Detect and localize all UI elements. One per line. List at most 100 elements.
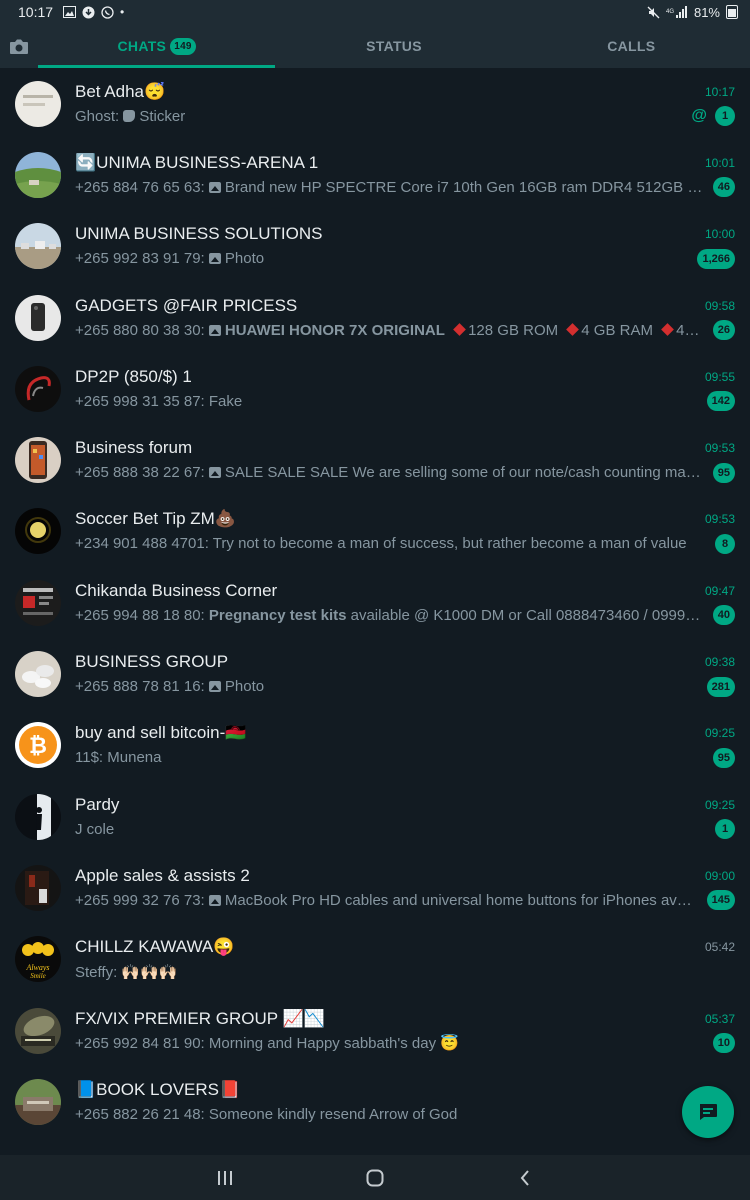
chat-row[interactable]: Chikanda Business Corner 09:47 +265 994 … (0, 567, 750, 638)
avatar[interactable]: Always Smile (15, 936, 61, 983)
avatar[interactable] (15, 864, 61, 911)
chat-row[interactable]: Pardy 09:25 J cole 1 (0, 781, 750, 852)
preview-text: J cole (75, 820, 115, 838)
notification-icons: • (63, 5, 124, 19)
chat-row[interactable]: Soccer Bet Tip ZM💩 09:53 +234 901 488 47… (0, 496, 750, 567)
chat-preview: +234 901 488 4701: Try not to become a m… (75, 535, 707, 552)
chat-name: UNIMA BUSINESS SOLUTIONS (75, 224, 323, 244)
preview-sender: 11$: (75, 749, 104, 767)
tab-bar: CHATS 149 STATUS CALLS (0, 24, 750, 68)
chat-preview: Steffy: 🙌🏻🙌🏻🙌🏻 (75, 963, 735, 981)
chat-name: Chikanda Business Corner (75, 580, 278, 600)
chat-preview: +265 888 38 22 67: SALE SALE SALE We are… (75, 464, 705, 481)
avatar[interactable] (15, 294, 61, 341)
preview-text: SALE SALE SALE We are selling some of ou… (224, 464, 705, 482)
system-icons: 4G 81% (647, 5, 738, 20)
unread-badge: 145 (706, 890, 735, 911)
clock: 10:17 (18, 4, 54, 20)
avatar[interactable] (15, 1007, 61, 1054)
new-chat-button[interactable] (682, 1086, 734, 1138)
chat-list: Bet Adha😴 10:17 Ghost: Sticker @ 1 🔄UNIM… (0, 68, 750, 1155)
status-bar: 10:17 • 4G 81% (0, 0, 750, 24)
chat-time: 10:01 (704, 155, 735, 170)
chat-time: 09:53 (704, 512, 735, 527)
svg-text:Always: Always (25, 963, 49, 972)
red-diamond-icon (661, 322, 675, 336)
avatar[interactable] (15, 223, 61, 270)
preview-text: Brand new HP SPECTRE Core i7 10th Gen 16… (224, 178, 705, 196)
chat-name: 📘BOOK LOVERS📕 (75, 1079, 241, 1099)
message-icon (700, 1104, 717, 1120)
unread-badge: 8 (715, 533, 735, 554)
preview-spec: 4GB (676, 321, 705, 339)
tab-chats[interactable]: CHATS 149 (38, 24, 276, 68)
preview-text: Photo (224, 250, 265, 268)
chat-row[interactable]: Bet Adha😴 10:17 Ghost: Sticker @ 1 (0, 68, 750, 139)
chat-time: 05:42 (704, 940, 735, 955)
unread-badge: 1,266 (697, 248, 735, 269)
photo-icon (208, 894, 221, 906)
unread-badge: 26 (712, 320, 735, 341)
svg-text:₿: ₿ (29, 733, 47, 758)
recent-apps-button[interactable] (210, 1163, 240, 1193)
chat-row[interactable]: BUSINESS GROUP 09:38 +265 888 78 81 16: … (0, 638, 750, 709)
chat-time: 09:00 (704, 868, 735, 883)
preview-text: Someone kindly resend Arrow of God (208, 1105, 458, 1123)
chat-row[interactable]: FX/VIX PREMIER GROUP 📈📉 05:37 +265 992 8… (0, 995, 750, 1066)
chat-row[interactable]: Apple sales & assists 2 09:00 +265 999 3… (0, 852, 750, 923)
avatar[interactable] (15, 80, 61, 127)
preview-text: Morning and Happy sabbath's day 😇 (208, 1035, 459, 1052)
avatar[interactable] (15, 437, 61, 484)
avatar[interactable] (15, 651, 61, 698)
camera-button[interactable] (0, 24, 38, 68)
preview-spec: 128 GB ROM (468, 321, 559, 339)
unread-badge: 95 (712, 747, 735, 768)
chat-time: 09:38 (704, 655, 735, 670)
preview-spec: 4 GB RAM (581, 321, 653, 339)
chat-preview: Ghost: Sticker (75, 108, 685, 125)
battery-label: 81% (693, 4, 720, 20)
whatsapp-icon (101, 5, 114, 19)
preview-sender: +265 994 88 18 80: (75, 606, 205, 624)
avatar[interactable] (15, 508, 61, 555)
unread-badge: 1 (715, 819, 735, 840)
chat-name: Soccer Bet Tip ZM💩 (75, 509, 236, 529)
avatar[interactable] (15, 365, 61, 412)
back-button[interactable] (510, 1163, 540, 1193)
chat-row[interactable]: ₿ buy and sell bitcoin-🇲🇼 09:25 11$: Mun… (0, 710, 750, 781)
chat-name: CHILLZ KAWAWA😜 (75, 937, 235, 957)
chat-row[interactable]: Business forum 09:53 +265 888 38 22 67: … (0, 424, 750, 495)
unread-badge: 281 (706, 676, 735, 697)
tab-status[interactable]: STATUS (275, 24, 512, 68)
avatar[interactable] (15, 793, 61, 840)
signal-icon: 4G (666, 5, 687, 18)
preview-text: 🙌🏻🙌🏻🙌🏻 (121, 963, 178, 981)
avatar[interactable] (15, 1078, 61, 1125)
chat-name: GADGETS @FAIR PRICESS (75, 295, 298, 315)
avatar[interactable] (15, 579, 61, 626)
chat-preview: 11$: Munena (75, 749, 705, 766)
chat-preview: +265 882 26 21 48: Someone kindly resend… (75, 1106, 735, 1123)
tab-calls[interactable]: CALLS (513, 24, 750, 68)
unread-badge: 40 (712, 605, 735, 626)
chat-row[interactable]: 📘BOOK LOVERS📕 +265 882 26 21 48: Someone… (0, 1066, 750, 1137)
avatar[interactable] (15, 151, 61, 198)
chat-preview: +265 992 84 81 90: Morning and Happy sab… (75, 1034, 705, 1052)
unread-badge: 95 (712, 462, 735, 483)
chat-row[interactable]: GADGETS @FAIR PRICESS 09:58 +265 880 80 … (0, 282, 750, 353)
avatar[interactable]: ₿ (15, 722, 61, 769)
preview-sender: Steffy: (75, 963, 118, 981)
preview-sender: +265 884 76 65 63: (75, 178, 205, 196)
chat-row[interactable]: DP2P (850/$) 1 09:55 +265 998 31 35 87: … (0, 353, 750, 424)
photo-icon (208, 181, 221, 193)
red-diamond-icon (566, 322, 580, 336)
home-button[interactable] (360, 1163, 390, 1193)
chat-row[interactable]: 🔄UNIMA BUSINESS-ARENA 1 10:01 +265 884 7… (0, 139, 750, 210)
gallery-icon (63, 6, 77, 18)
chat-row[interactable]: UNIMA BUSINESS SOLUTIONS 10:00 +265 992 … (0, 211, 750, 282)
home-icon (366, 1169, 384, 1186)
chat-row[interactable]: Always Smile CHILLZ KAWAWA😜 05:42 Steffy:… (0, 924, 750, 995)
chat-name: Pardy (75, 794, 120, 814)
photo-icon (208, 253, 221, 265)
preview-sender: +234 901 488 4701: (75, 535, 209, 553)
